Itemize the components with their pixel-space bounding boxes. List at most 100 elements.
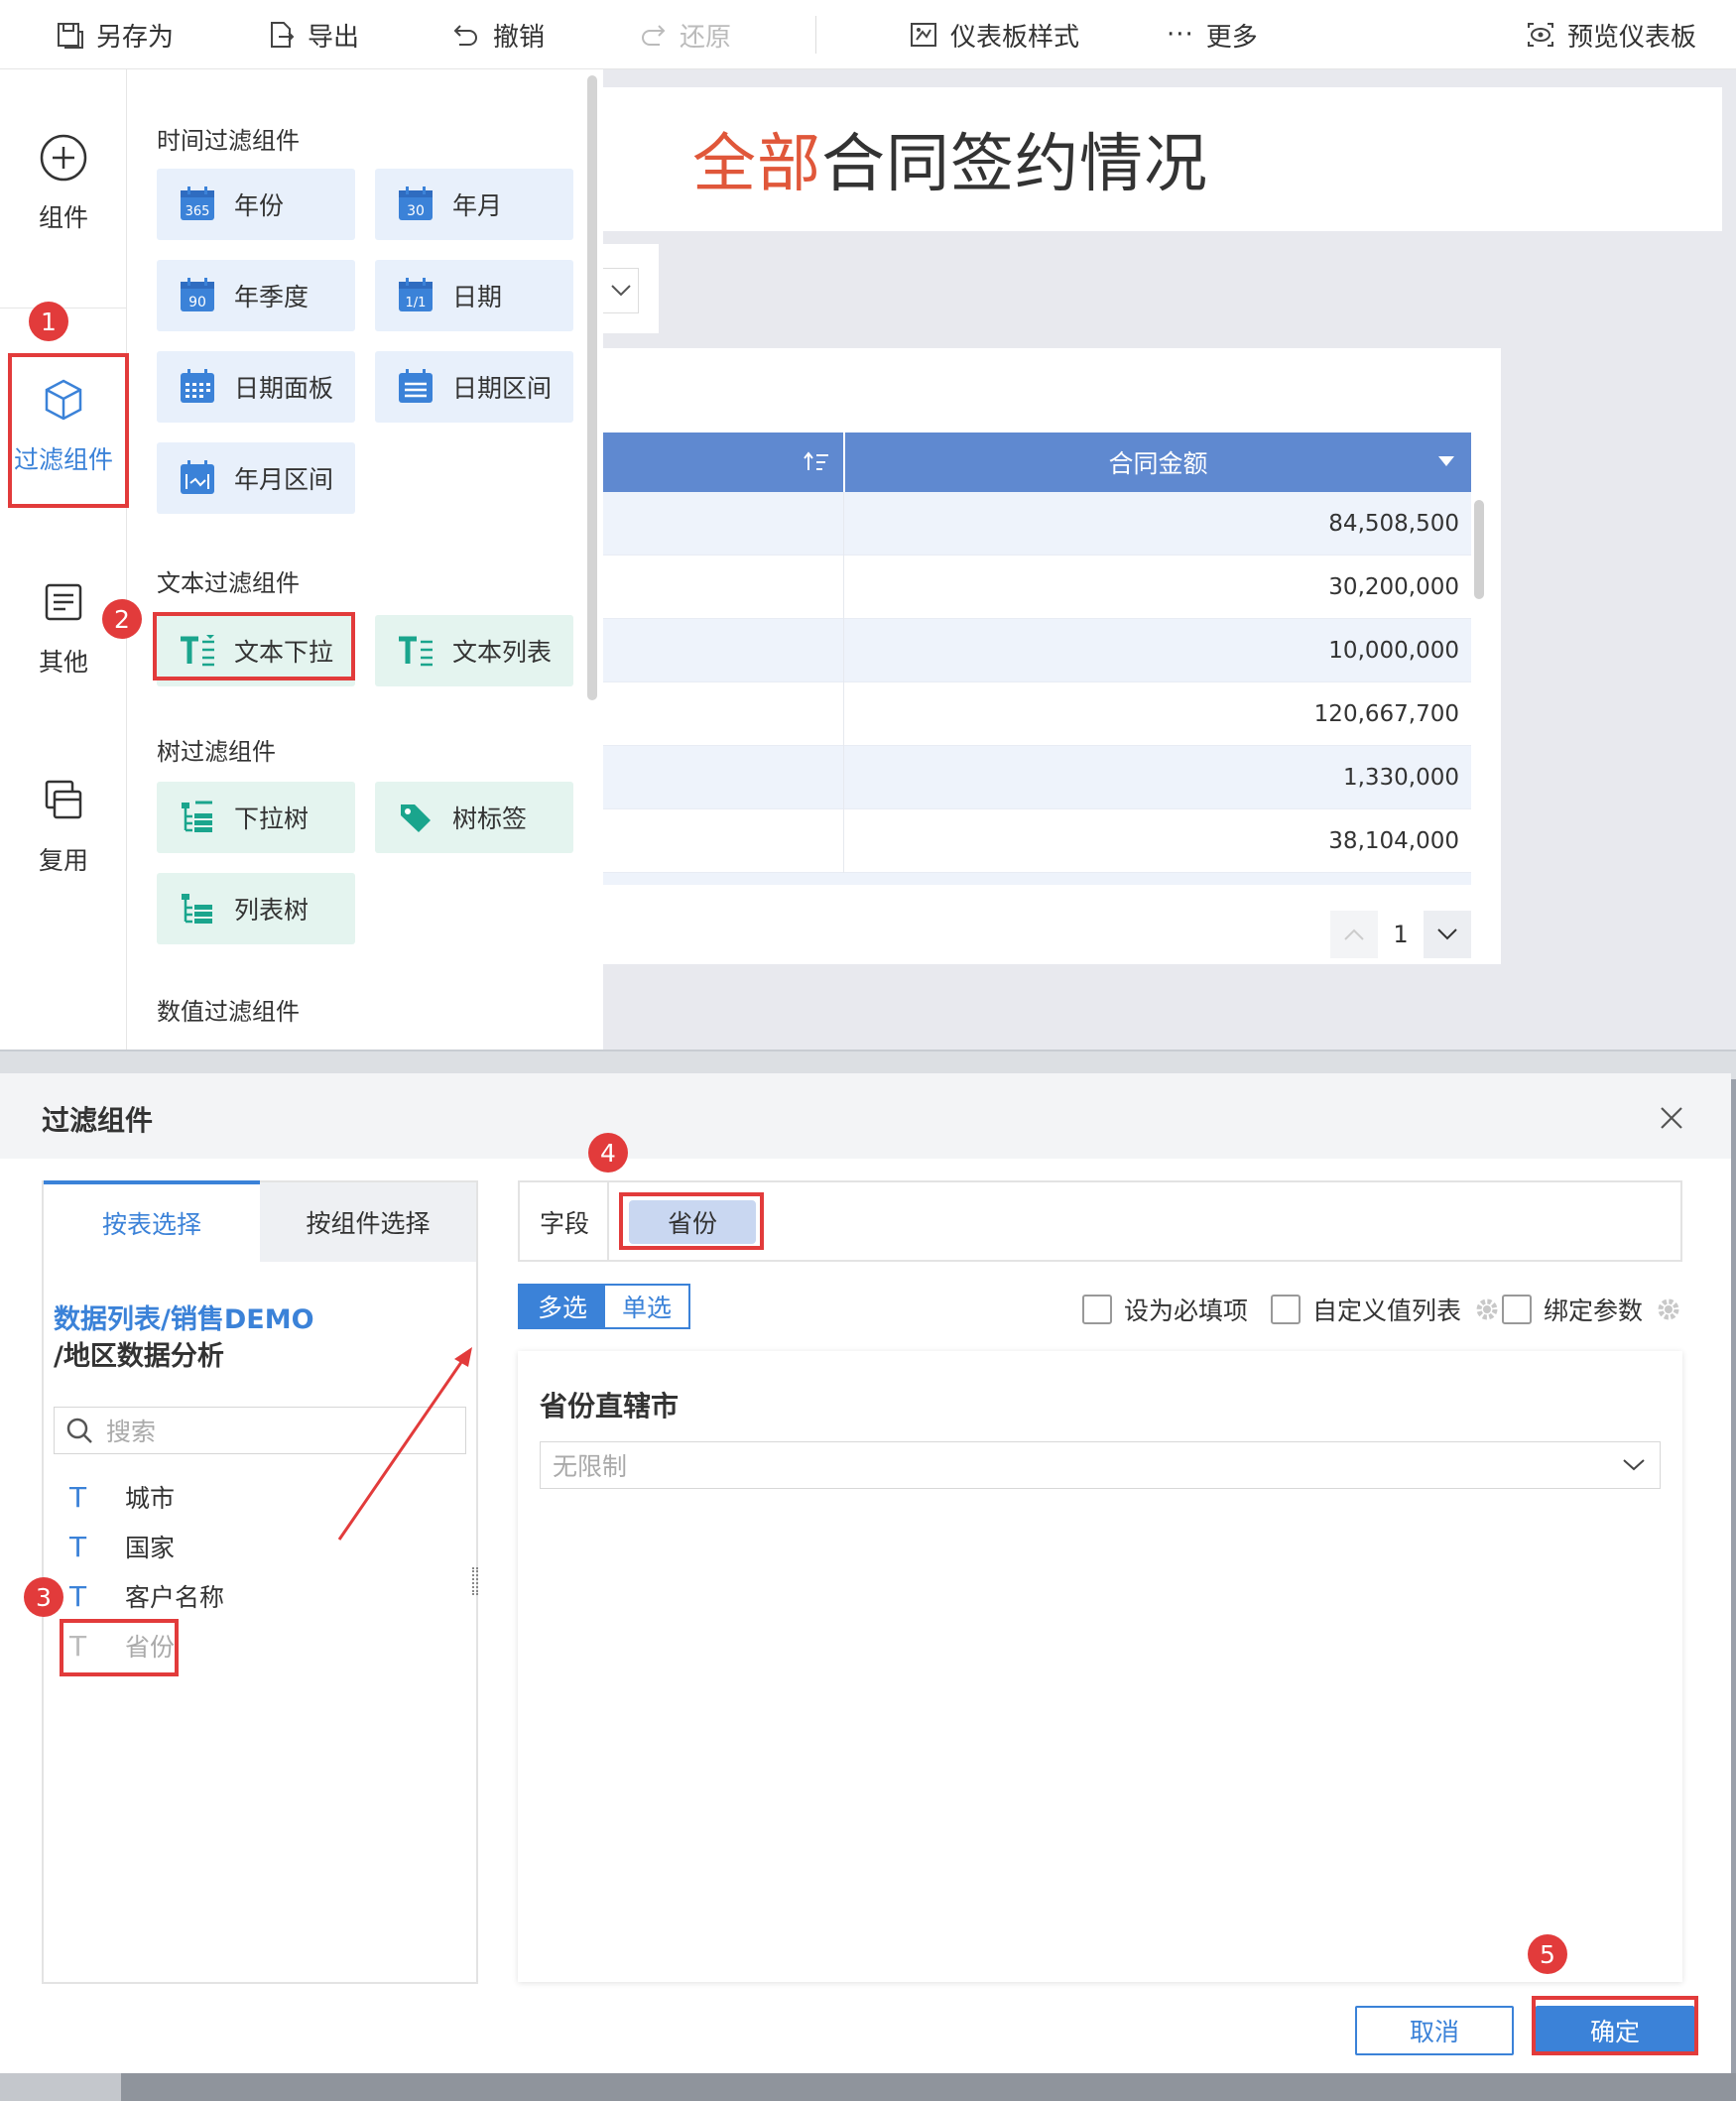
preview-dashboard-button[interactable]: 预览仪表板 [1526, 0, 1696, 69]
dashboard-style-label: 仪表板样式 [950, 22, 1080, 53]
document-icon [45, 583, 82, 621]
filter-widget[interactable] [603, 244, 659, 333]
row-value: 1,330,000 [1342, 765, 1459, 791]
tab-by-component-label: 按组件选择 [306, 1209, 431, 1238]
search-placeholder: 搜索 [106, 1418, 157, 1446]
redo-button[interactable]: 还原 [638, 0, 731, 69]
calendar-grid-icon [181, 369, 214, 403]
tile-list-tree[interactable]: 列表树 [157, 873, 355, 944]
custom-values-label: 自定义值列表 [1312, 1297, 1462, 1325]
text-filter-section-title: 文本过滤组件 [157, 569, 300, 597]
field-item-country[interactable]: T 国家 [69, 1524, 175, 1569]
single-select-option[interactable]: 单选 [605, 1286, 688, 1327]
field-item-customer-name[interactable]: T 客户名称 [69, 1573, 224, 1619]
tile-date-panel[interactable]: 日期面板 [157, 351, 355, 423]
tile-list-tree-label: 列表树 [234, 896, 310, 925]
field-label: 城市 [125, 1484, 176, 1513]
filter-component-panel: 时间过滤组件 365 年份 30 年月 90 年季度 1/1 日期 日期面板 日… [127, 69, 603, 1050]
save-as-button[interactable]: 另存为 [55, 0, 174, 69]
control-dropdown-value: 无限制 [553, 1452, 628, 1481]
field-item-city[interactable]: T 城市 [69, 1474, 175, 1520]
contract-amount-header[interactable]: 合同金额 [845, 433, 1471, 492]
tile-tree-tag[interactable]: 树标签 [375, 782, 573, 853]
required-checkbox[interactable]: 设为必填项 [1082, 1292, 1248, 1327]
checkbox-box [1271, 1295, 1301, 1324]
copy-icon [45, 780, 82, 819]
resize-handle[interactable] [472, 1567, 478, 1595]
export-button[interactable]: 导出 [266, 0, 359, 69]
dashboard-editor: 另存为 导出 撤销 还原 仪表板样式 ··· 更多 预览仪表板 组件 过滤组件 … [0, 0, 1736, 1050]
nav-reuse-label: 复用 [38, 846, 88, 875]
gear-icon[interactable] [1655, 1296, 1682, 1323]
tile-dropdown-tree[interactable]: 下拉树 [157, 782, 355, 853]
tile-date-range[interactable]: 日期区间 [375, 351, 573, 423]
chevron-down-icon [1437, 928, 1457, 940]
calendar-month-range-icon [181, 460, 214, 494]
control-title: 省份直辖市 [540, 1390, 680, 1422]
tile-text-list[interactable]: 文本列表 [375, 615, 573, 686]
close-icon[interactable] [1657, 1103, 1686, 1133]
svg-text:365: 365 [186, 204, 210, 219]
table-scrollbar[interactable] [1474, 500, 1484, 599]
tab-by-component[interactable]: 按组件选择 [260, 1182, 476, 1262]
table-row: 10,000,000 [603, 619, 1471, 682]
tile-date-label: 日期 [452, 283, 503, 311]
highlight-box-confirm [1532, 1996, 1698, 2055]
undo-button[interactable]: 撤销 [451, 0, 545, 69]
nav-reuse[interactable]: 复用 [0, 774, 127, 877]
tile-date[interactable]: 1/1 日期 [375, 260, 573, 331]
nav-other-label: 其他 [38, 648, 88, 677]
gear-icon[interactable] [1473, 1296, 1501, 1323]
field-bar-label: 字段 [540, 1209, 590, 1238]
more-button[interactable]: ··· 更多 [1167, 0, 1258, 69]
time-filter-section-title: 时间过滤组件 [157, 127, 300, 155]
export-label: 导出 [308, 22, 360, 53]
tile-year-month-range[interactable]: 年月区间 [157, 442, 355, 514]
cancel-button[interactable]: 取消 [1355, 2006, 1514, 2055]
panel-scrollbar[interactable] [587, 75, 597, 700]
step-badge-5: 5 [1528, 1934, 1567, 1974]
row-value: 84,508,500 [1328, 511, 1459, 537]
control-dropdown[interactable]: 无限制 [540, 1441, 1661, 1489]
dialog-bottom-backdrop [0, 2073, 1736, 2101]
table-row: 84,508,500 [603, 492, 1471, 556]
sort-header-cell[interactable] [603, 433, 843, 492]
custom-values-checkbox[interactable]: 自定义值列表 [1271, 1292, 1501, 1327]
dataset-path-link[interactable]: 数据列表/销售DEMO [54, 1298, 314, 1336]
tab-by-table[interactable]: 按表选择 [44, 1180, 260, 1262]
row-divider [843, 619, 844, 682]
multi-select-option[interactable]: 多选 [520, 1286, 605, 1327]
table-header: 合同金额 [603, 433, 1471, 492]
page-up-button[interactable] [1330, 911, 1378, 958]
dialog-title: 过滤组件 [42, 1104, 154, 1137]
tile-year-quarter[interactable]: 90 年季度 [157, 260, 355, 331]
filter-dropdown[interactable] [603, 268, 639, 313]
table-row: 120,667,700 [603, 682, 1471, 746]
page-down-button[interactable] [1424, 911, 1471, 958]
preview-label: 预览仪表板 [1567, 22, 1697, 53]
tile-text-list-label: 文本列表 [452, 638, 553, 667]
tile-year-month[interactable]: 30 年月 [375, 169, 573, 240]
drag-arrow [337, 1347, 472, 1541]
tile-year[interactable]: 365 年份 [157, 169, 355, 240]
highlight-box-selected-field [619, 1192, 764, 1250]
dashboard-style-button[interactable]: 仪表板样式 [909, 0, 1079, 69]
dashboard-title: 全部合同签约情况 [692, 113, 1208, 204]
nav-components[interactable]: 组件 [0, 131, 127, 234]
chevron-down-icon [1623, 1459, 1645, 1471]
title-rest: 合同签约情况 [821, 128, 1208, 201]
svg-text:1/1: 1/1 [406, 296, 427, 310]
tile-year-label: 年份 [234, 191, 285, 220]
list-tree-icon [182, 894, 212, 924]
table-row: 38,104,000 [603, 809, 1471, 873]
bind-param-checkbox[interactable]: 绑定参数 [1502, 1292, 1682, 1327]
row-divider [843, 809, 844, 873]
required-label: 设为必填项 [1124, 1297, 1249, 1325]
calendar-30-icon: 30 [399, 186, 433, 220]
step-badge-4: 4 [588, 1133, 628, 1173]
title-highlight: 全部 [692, 128, 821, 201]
highlight-box-filter-nav [8, 353, 129, 508]
tile-dropdown-tree-label: 下拉树 [234, 804, 310, 833]
ellipsis-icon: ··· [1167, 20, 1194, 50]
nav-components-label: 组件 [38, 203, 88, 232]
